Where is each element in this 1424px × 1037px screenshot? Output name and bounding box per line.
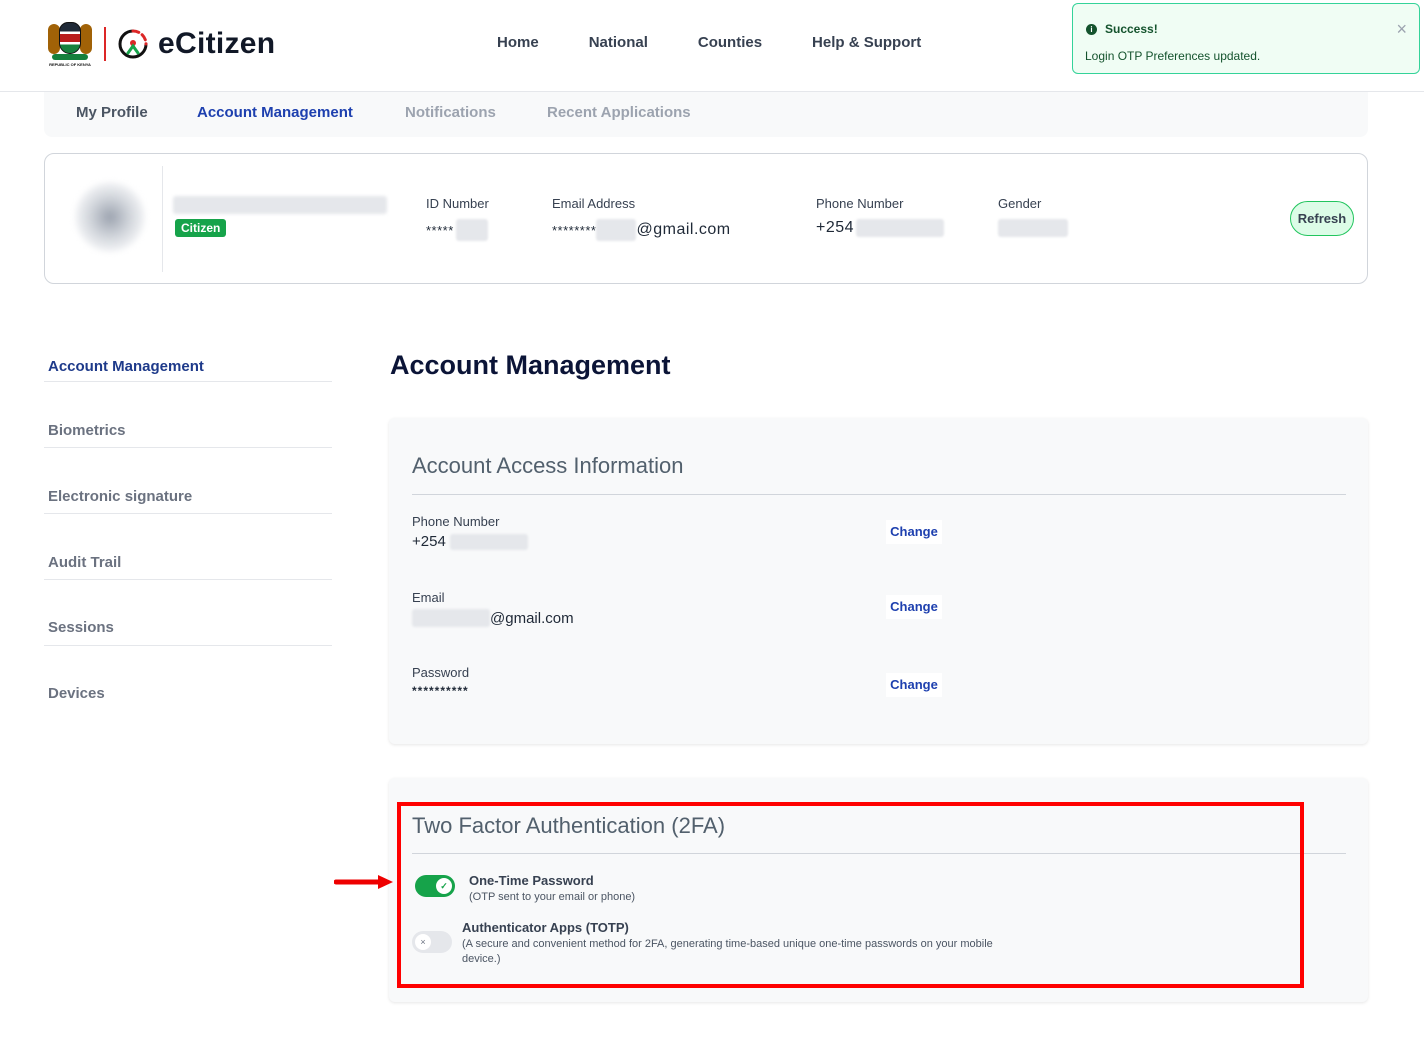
gender-label: Gender [998,196,1042,211]
sidebar-item-label: Sessions [48,619,114,636]
phone-number-label: Phone Number [816,196,904,211]
id-number-value: ***** [426,222,454,238]
success-toast: i Success! Login OTP Preferences updated… [1072,3,1420,74]
change-email-button[interactable]: Change [886,595,942,619]
tab-my-profile[interactable]: My Profile [76,104,148,121]
phone-row: Phone Number +254 [412,514,528,550]
nav-national[interactable]: National [589,34,648,51]
brand-name: eCitizen [158,27,276,60]
page-title: Account Management [390,350,671,380]
coat-caption: REPUBLIC OF KENYA [49,62,91,67]
kenya-coat-of-arms-icon: REPUBLIC OF KENYA [46,18,94,70]
email-redacted [412,609,490,627]
gender-redacted [998,219,1068,237]
email-label: Email [412,590,445,605]
sidebar-item-devices[interactable]: Devices [44,646,332,712]
phone-number-value: +254 [816,219,855,236]
password-label: Password [412,665,470,680]
profile-summary-card: Citizen ID Number ***** Email Address **… [44,153,1368,284]
sidebar-item-label: Audit Trail [48,554,122,571]
email-suffix: @gmail.com [636,221,731,238]
ecitizen-logo-icon [116,27,150,61]
password-row: Password ********** [412,665,469,698]
account-access-title: Account Access Information [412,453,684,478]
email-redacted [596,219,637,241]
avatar [75,182,145,252]
sidebar-item-label: Biometrics [48,422,126,439]
gender-field: Gender [998,196,1068,237]
tab-account-management[interactable]: Account Management [197,104,353,121]
nav-counties[interactable]: Counties [698,34,762,51]
main-nav: Home National Counties Help & Support [497,34,971,51]
phone-redacted [856,219,945,237]
logo-divider [104,27,106,61]
account-access-card: Account Access Information Phone Number … [389,418,1368,744]
profile-tabs: My Profile Account Management Notificati… [44,92,1368,137]
toast-message: Login OTP Preferences updated. [1085,49,1261,63]
sidebar-item-label: Devices [48,685,105,702]
email-address-label: Email Address [552,196,636,211]
nav-home[interactable]: Home [497,34,539,51]
divider [412,494,1346,495]
email-prefix: ******** [552,222,597,238]
toast-title: Success! [1105,22,1158,36]
email-address-field: Email Address ******** @gmail.com [552,196,731,241]
refresh-button[interactable]: Refresh [1290,201,1354,236]
password-value: ********** [412,684,469,698]
id-number-redacted [455,219,488,241]
phone-number-field: Phone Number +254 [816,196,945,237]
nav-help-support[interactable]: Help & Support [812,34,921,51]
email-value: @gmail.com [490,609,574,627]
divider [162,166,163,272]
logo[interactable]: REPUBLIC OF KENYA eCitizen [46,18,275,70]
tab-notifications[interactable]: Notifications [405,104,496,121]
sidebar-item-biometrics[interactable]: Biometrics [44,382,332,448]
sidebar-item-sessions[interactable]: Sessions [44,580,332,646]
change-phone-button[interactable]: Change [886,520,942,544]
sidebar-item-label: Account Management [48,358,204,375]
tab-recent-applications[interactable]: Recent Applications [547,104,691,121]
id-number-field: ID Number ***** [426,196,489,241]
phone-redacted [449,533,528,550]
id-number-label: ID Number [426,196,489,211]
sidebar-item-audit-trail[interactable]: Audit Trail [44,514,332,580]
sidebar-item-account-management[interactable]: Account Management [44,350,332,382]
phone-value: +254 [412,533,446,550]
sidebar-item-label: Electronic signature [48,488,193,505]
account-sidebar: Account Management Biometrics Electronic… [44,350,332,712]
user-name-redacted [173,196,387,214]
change-password-button[interactable]: Change [886,673,942,697]
info-icon: i [1086,24,1097,35]
citizen-badge: Citizen [175,219,227,237]
highlight-box [397,802,1304,988]
email-row: Email @gmail.com [412,590,574,627]
red-arrow-icon [334,875,393,889]
phone-label: Phone Number [412,514,500,529]
sidebar-item-electronic-signature[interactable]: Electronic signature [44,448,332,514]
close-icon[interactable]: × [1396,20,1407,38]
